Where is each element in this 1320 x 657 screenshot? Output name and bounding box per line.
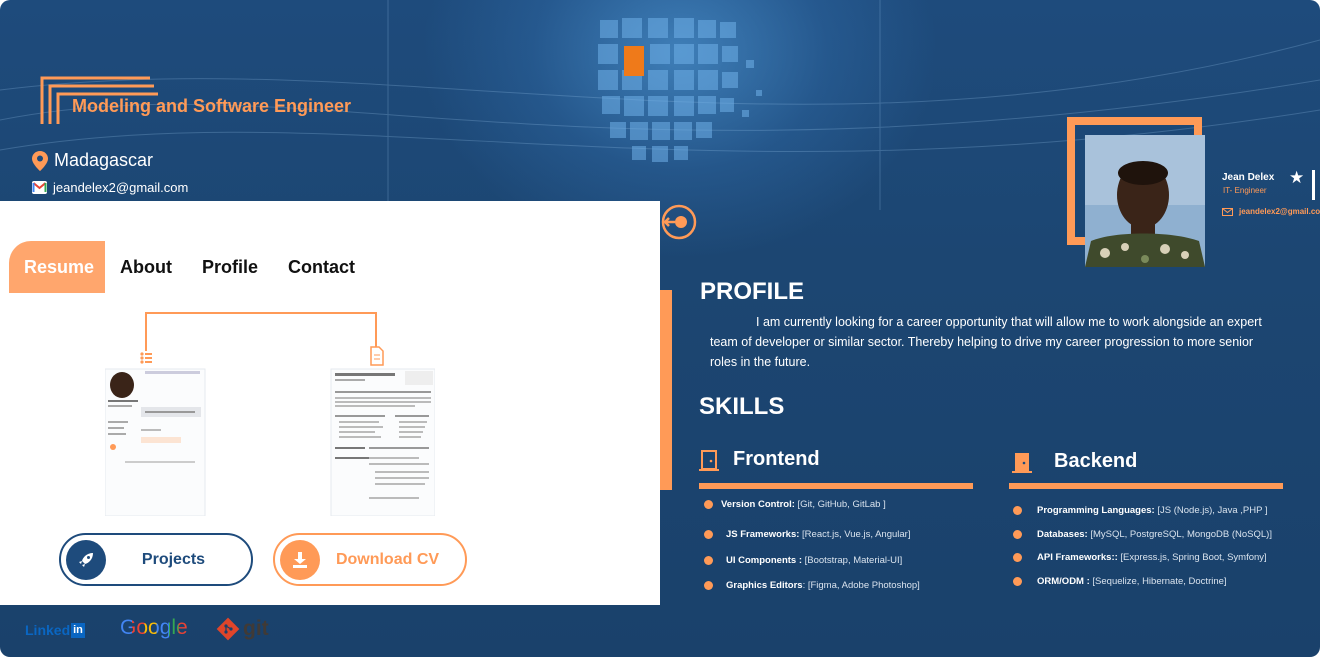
backend-title: Backend — [1054, 450, 1138, 472]
profile-heading: PROFILE — [700, 278, 805, 305]
door-open-icon — [1012, 452, 1032, 473]
collapse-toggle-icon[interactable] — [660, 203, 698, 241]
backend-skill-item: API Frameworks:: [Express.js, Spring Boo… — [1013, 552, 1267, 563]
tab-bar: Resume About Profile Contact — [9, 241, 370, 293]
bullet-dot — [704, 530, 713, 539]
job-title: Modeling and Software Engineer — [72, 96, 352, 116]
door-icon — [699, 449, 719, 471]
skill-label: API Frameworks:: — [1037, 552, 1118, 563]
person-portrait — [1085, 135, 1205, 267]
location-text: Madagascar — [54, 150, 154, 170]
tab-contact[interactable]: Contact — [273, 241, 370, 293]
card-divider — [1312, 170, 1315, 200]
frontend-skill-item: JS Frameworks: [React.js, Vue.js, Angula… — [704, 529, 910, 540]
bullet-dot — [1013, 577, 1022, 586]
skill-value: : [Figma, Adobe Photoshop] — [802, 580, 920, 591]
tab-profile[interactable]: Profile — [187, 241, 273, 293]
linkedin-logo-text: Linked — [25, 622, 71, 638]
skill-label: JS Frameworks: — [726, 529, 800, 540]
skill-label: Programming Languages: — [1037, 505, 1155, 516]
git-logo[interactable]: git — [216, 617, 269, 641]
skill-label: UI Components : — [726, 555, 802, 566]
bullet-dot — [1013, 553, 1022, 562]
projects-button-label: Projects — [141, 550, 206, 568]
skill-label: Databases: — [1037, 529, 1088, 540]
skill-label: Version Control: — [721, 499, 795, 510]
backend-skill-item: ORM/ODM : [Sequelize, Hibernate, Doctrin… — [1013, 576, 1227, 587]
card-email-text: jeandelex2@gmail.com — [1239, 207, 1320, 216]
bullet-dot — [1013, 506, 1022, 515]
backend-heading: Backend — [1012, 450, 1137, 473]
skill-label: ORM/ODM : — [1037, 576, 1090, 587]
footer-logos: Linked in Google git — [0, 605, 1320, 657]
download-cv-button[interactable]: Download CV — [273, 533, 467, 586]
location: Madagascar — [32, 150, 153, 171]
profile-text: I am currently looking for a career oppo… — [710, 315, 1262, 369]
frontend-skill-item: UI Components : [Bootstrap, Material-UI] — [704, 555, 902, 566]
skills-heading: SKILLS — [699, 393, 785, 420]
backend-skill-item: Databases: [MySQL, PostgreSQL, MongoDB (… — [1013, 529, 1272, 540]
linkedin-in-icon: in — [71, 622, 85, 638]
frontend-rule — [699, 483, 973, 489]
download-icon — [280, 539, 320, 580]
card-role: IT- Engineer — [1223, 186, 1267, 195]
skill-value: [Bootstrap, Material-UI] — [802, 555, 903, 566]
rocket-icon — [66, 539, 106, 580]
backend-skill-item: Programming Languages: [JS (Node.js), Ja… — [1013, 505, 1268, 516]
skill-value: [JS (Node.js), Java ,PHP ] — [1154, 505, 1268, 516]
panel-accent-strip — [660, 290, 672, 490]
google-logo-text: Google — [120, 616, 188, 639]
backend-rule — [1009, 483, 1283, 489]
frontend-title: Frontend — [733, 448, 820, 470]
git-icon — [216, 617, 240, 641]
google-logo[interactable]: Google — [120, 616, 188, 640]
frontend-heading: Frontend — [699, 448, 820, 471]
tab-resume[interactable]: Resume — [9, 241, 105, 293]
gmail-icon — [32, 181, 47, 194]
header-email[interactable]: jeandelex2@gmail.com — [32, 180, 188, 195]
skill-value: [MySQL, PostgreSQL, MongoDB (NoSQL)] — [1087, 529, 1272, 540]
bullet-dot — [1013, 530, 1022, 539]
location-pin-icon — [32, 150, 48, 171]
skill-label: Graphics Editors — [726, 580, 803, 591]
cube-grid-graphic — [598, 18, 762, 162]
resume-panel: Resume About Profile Contact Projects Do… — [0, 201, 660, 605]
bullet-dot — [704, 500, 713, 509]
skill-value: [React.js, Vue.js, Angular] — [799, 529, 911, 540]
git-logo-text: git — [243, 617, 269, 640]
card-email[interactable]: jeandelex2@gmail.com — [1222, 207, 1320, 216]
header-email-text: jeandelex2@gmail.com — [53, 180, 189, 195]
download-cv-button-label: Download CV — [335, 550, 440, 568]
tab-about[interactable]: About — [105, 241, 187, 293]
projects-button[interactable]: Projects — [59, 533, 253, 586]
card-name: Jean Delex — [1222, 172, 1275, 183]
envelope-icon — [1222, 207, 1233, 216]
star-icon[interactable]: ★ — [1289, 168, 1304, 188]
resume-preview-illustration — [105, 312, 435, 516]
frontend-skill-item: Version Control: [Git, GitHub, GitLab ] — [704, 499, 886, 510]
page-frame: Modeling and Software Engineer Madagasca… — [0, 0, 1320, 657]
bullet-dot — [704, 556, 713, 565]
skill-value: [Express.js, Spring Boot, Symfony] — [1117, 552, 1267, 563]
linkedin-logo[interactable]: Linked in — [25, 622, 85, 638]
skill-value: [Sequelize, Hibernate, Doctrine] — [1089, 576, 1227, 587]
frontend-skill-item: Graphics Editors: [Figma, Adobe Photosho… — [704, 580, 920, 591]
profile-photo — [1085, 135, 1205, 267]
skill-value: [Git, GitHub, GitLab ] — [794, 499, 886, 510]
bullet-dot — [704, 581, 713, 590]
